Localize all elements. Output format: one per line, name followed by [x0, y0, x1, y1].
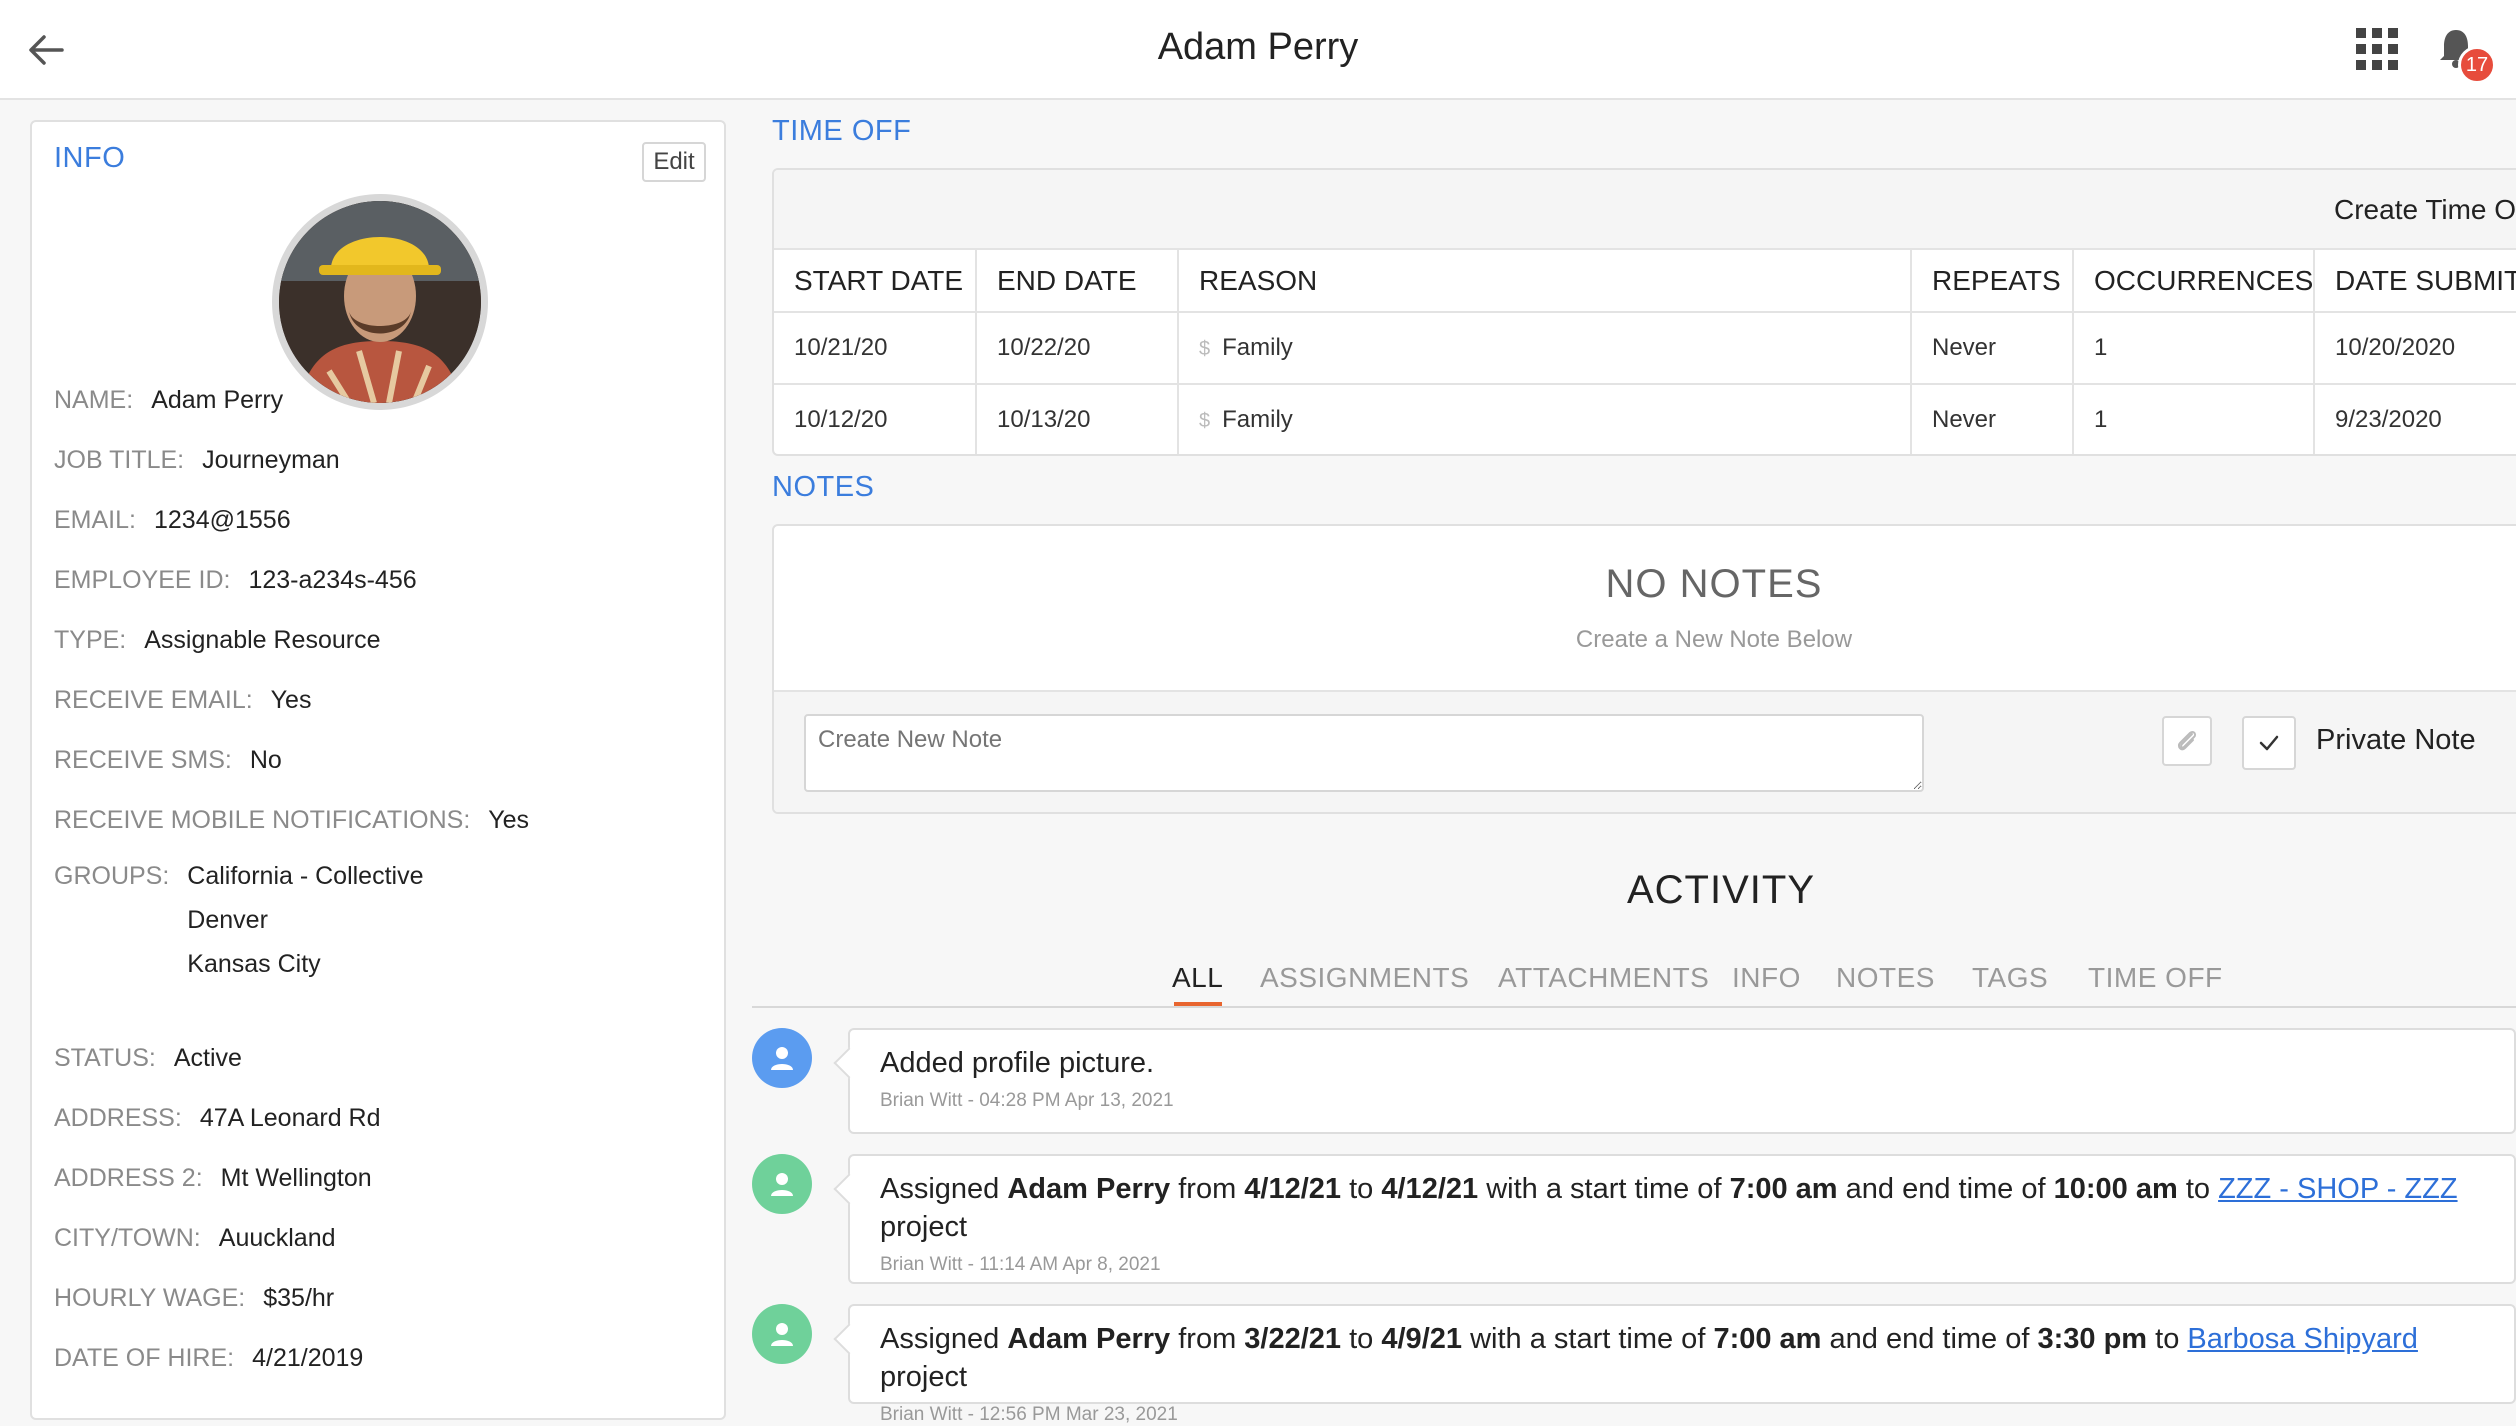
column-header[interactable]: OCCURRENCES [2073, 250, 2315, 313]
column-header[interactable]: REPEATS [1911, 250, 2074, 313]
activity-bubble: Added profile picture. Brian Witt - 04:2… [848, 1028, 2516, 1134]
field-status: STATUS: Active [54, 1044, 242, 1072]
table-row[interactable]: 10/21/20 10/22/20 $ Family Never 1 10/20/… [774, 312, 2516, 385]
user-avatar-icon [752, 1304, 812, 1364]
new-note-input[interactable] [804, 714, 1924, 792]
attach-button[interactable] [2162, 716, 2212, 766]
user-avatar-icon [752, 1154, 812, 1214]
cell-date-submitted: 10/20/2020 [2314, 312, 2516, 385]
field-address-2: ADDRESS 2: Mt Wellington [54, 1164, 372, 1192]
private-note-checkbox[interactable] [2242, 716, 2296, 770]
activity-meta: Brian Witt - 11:14 AM Apr 8, 2021 [880, 1254, 1161, 1275]
tab-all[interactable]: ALL [1172, 962, 1223, 994]
activity-text: Added profile picture. [880, 1047, 1155, 1079]
edit-button[interactable]: Edit [642, 142, 706, 182]
field-city: CITY/TOWN: Auuckland [54, 1224, 336, 1252]
notes-card: NO NOTES Create a New Note Below Private… [772, 524, 2516, 814]
reason-text: Family [1222, 334, 1293, 361]
activity-text: Assigned Adam Perry from 3/22/21 to 4/9/… [880, 1323, 2418, 1393]
field-receive-mobile: RECEIVE MOBILE NOTIFICATIONS: Yes [54, 806, 530, 834]
activity-bubble: Assigned Adam Perry from 4/12/21 to 4/12… [848, 1154, 2516, 1284]
field-employee-id: EMPLOYEE ID: 123-a234s-456 [54, 566, 417, 594]
page-title: Adam Perry [1157, 26, 1359, 68]
private-note-label: Private Note [2316, 724, 2476, 756]
table-row[interactable]: 10/12/20 10/13/20 $ Family Never 1 9/23/2… [774, 384, 2516, 454]
time-off-header: Create Time O [774, 170, 2516, 250]
tab-assignments[interactable]: ASSIGNMENTS [1260, 962, 1469, 994]
tab-notes[interactable]: NOTES [1836, 962, 1935, 994]
cell-start-date: 10/12/20 [774, 384, 977, 454]
field-hourly-wage: HOURLY WAGE: $35/hr [54, 1284, 335, 1312]
user-avatar-icon [752, 1028, 812, 1088]
time-off-card: Create Time O START DATE END DATE REASON… [772, 168, 2516, 456]
create-time-off-button[interactable]: Create Time O [2334, 194, 2516, 226]
cell-reason: $ Family [1178, 312, 1912, 385]
dollar-icon: $ [1199, 410, 1211, 432]
column-header[interactable]: END DATE [976, 250, 1179, 313]
no-notes-subtitle: Create a New Note Below [1575, 626, 1853, 653]
cell-reason: $ Family [1178, 384, 1912, 454]
column-header[interactable]: DATE SUBMIT [2314, 250, 2516, 313]
tab-info[interactable]: INFO [1732, 962, 1801, 994]
field-name: NAME: Adam Perry [54, 386, 284, 414]
tab-tags[interactable]: TAGS [1972, 962, 2048, 994]
project-link[interactable]: Barbosa Shipyard [2187, 1323, 2418, 1355]
dollar-icon: $ [1199, 338, 1211, 360]
column-header[interactable]: REASON [1178, 250, 1912, 313]
notification-badge: 17 [2458, 46, 2496, 84]
cell-date-submitted: 9/23/2020 [2314, 384, 2516, 454]
cell-repeats: Never [1911, 312, 2074, 385]
activity-meta: Brian Witt - 12:56 PM Mar 23, 2021 [880, 1404, 1178, 1425]
paperclip-icon [2177, 730, 2197, 751]
reason-text: Family [1222, 406, 1293, 433]
cell-occurrences: 1 [2073, 384, 2315, 454]
cell-repeats: Never [1911, 384, 2074, 454]
no-notes-title: NO NOTES [1605, 562, 1823, 606]
tab-time-off[interactable]: TIME OFF [2088, 962, 2223, 994]
active-tab-indicator [1174, 1002, 1222, 1006]
top-bar: Adam Perry 17 [0, 0, 2516, 100]
project-link[interactable]: ZZZ - SHOP - ZZZ [2218, 1173, 2458, 1205]
time-off-title: TIME OFF [772, 115, 912, 147]
field-date-of-hire: DATE OF HIRE: 4/21/2019 [54, 1344, 364, 1372]
cell-end-date: 10/22/20 [976, 312, 1179, 385]
column-header[interactable]: START DATE [774, 250, 977, 313]
field-job-title: JOB TITLE: Journeyman [54, 446, 340, 474]
field-receive-email: RECEIVE EMAIL: Yes [54, 686, 312, 714]
time-off-table: START DATE END DATE REASON REPEATS OCCUR… [774, 250, 2516, 454]
checkmark-icon [2259, 735, 2279, 751]
tab-attachments[interactable]: ATTACHMENTS [1498, 962, 1709, 994]
cell-occurrences: 1 [2073, 312, 2315, 385]
activity-bubble: Assigned Adam Perry from 3/22/21 to 4/9/… [848, 1304, 2516, 1425]
field-receive-sms: RECEIVE SMS: No [54, 746, 282, 774]
activity-title: ACTIVITY [1626, 868, 1816, 912]
info-card: INFO Edit NAME: Adam Perry JOB TITLE: Jo… [30, 120, 726, 1420]
info-title: INFO [54, 142, 126, 174]
time-off-header-row: START DATE END DATE REASON REPEATS OCCUR… [774, 250, 2516, 313]
activity-text: Assigned Adam Perry from 4/12/21 to 4/12… [880, 1173, 2458, 1243]
field-address: ADDRESS: 47A Leonard Rd [54, 1104, 381, 1132]
notes-title: NOTES [772, 471, 875, 503]
field-email: EMAIL: 1234@1556 [54, 506, 291, 534]
profile-avatar [272, 194, 488, 410]
cell-end-date: 10/13/20 [976, 384, 1179, 454]
activity-meta: Brian Witt - 04:28 PM Apr 13, 2021 [880, 1090, 1174, 1111]
group-item: Kansas City [187, 950, 321, 978]
cell-start-date: 10/21/20 [774, 312, 977, 385]
notes-composer: Private Note [774, 690, 2516, 812]
profile-photo-icon [279, 201, 481, 403]
activity-tabs: ALL ASSIGNMENTS ATTACHMENTS INFO NOTES T… [752, 958, 2516, 1008]
field-type: TYPE: Assignable Resource [54, 626, 381, 654]
apps-grid-icon[interactable] [2356, 28, 2398, 70]
